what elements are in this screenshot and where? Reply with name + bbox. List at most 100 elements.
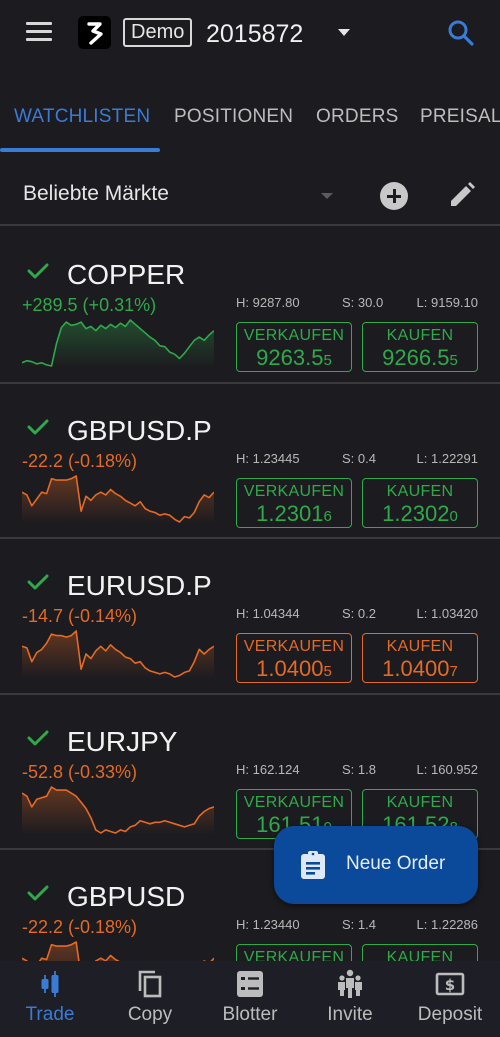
low-price: L: 160.952 (416, 761, 478, 777)
market-symbol[interactable]: EURUSD.P (67, 569, 212, 603)
check-icon (27, 419, 49, 434)
market-symbol[interactable]: EURJPY (67, 725, 177, 759)
sell-button[interactable]: VERKAUFEN 1.23016 (236, 944, 352, 961)
watchlist-selector-bar: Beliebte Märkte (0, 160, 500, 226)
low-price: L: 1.22286 (416, 917, 478, 932)
watchlist-dropdown[interactable]: Beliebte Märkte (23, 182, 169, 206)
sell-label: VERKAUFEN (243, 793, 345, 811)
buy-button[interactable]: KAUFEN 9266.55 (362, 322, 478, 372)
sell-button[interactable]: VERKAUFEN 1.04005 (236, 633, 352, 683)
sell-label: VERKAUFEN (243, 949, 345, 961)
buy-label: KAUFEN (386, 327, 454, 344)
buy-label: KAUFEN (386, 793, 454, 811)
market-row[interactable]: EURUSD.P -14.7 (-0.14%) H: 1.04344 S: 0.… (0, 539, 500, 695)
demo-badge: Demo (123, 18, 193, 47)
market-change: -22.2 (-0.18%) (22, 917, 138, 937)
nav-deposit[interactable]: $ Deposit (400, 961, 500, 1037)
market-symbol[interactable]: COPPER (67, 258, 185, 292)
high-price: H: 1.23445 (236, 450, 300, 466)
nav-invite[interactable]: Invite (300, 961, 400, 1037)
sparkline-chart[interactable] (22, 938, 214, 961)
check-icon (27, 730, 49, 745)
check-icon (27, 885, 49, 901)
tab-bar: WATCHLISTEN POSITIONEN ORDERS PREISALARM… (0, 90, 500, 152)
high-price: H: 9287.80 (236, 295, 300, 310)
market-symbol[interactable]: GBPUSD (67, 880, 185, 914)
nav-label-copy: Copy (127, 1004, 173, 1025)
high-price: H: 1.23440 (236, 917, 300, 932)
account-dropdown-icon[interactable] (338, 29, 350, 36)
sparkline-chart[interactable] (22, 316, 214, 368)
menu-icon[interactable] (26, 22, 52, 42)
nav-blotter[interactable]: Blotter (200, 961, 300, 1037)
market-row[interactable]: GBPUSD.P -22.2 (-0.18%) H: 1.23445 S: 0.… (0, 384, 500, 539)
sparkline-chart[interactable] (22, 783, 214, 835)
app-logo (78, 16, 111, 49)
copy-icon (138, 970, 162, 998)
buy-label: KAUFEN (386, 949, 454, 961)
svg-text:$: $ (445, 976, 455, 994)
deposit-icon: $ (435, 972, 465, 996)
sell-label: VERKAUFEN (243, 638, 345, 655)
edit-watchlist-button[interactable] (447, 180, 475, 210)
nav-copy[interactable]: Copy (100, 961, 200, 1037)
high-price: H: 1.04344 (236, 606, 300, 621)
check-icon (27, 574, 49, 590)
spread: S: 0.2 (342, 606, 376, 621)
tab-positionen[interactable]: POSITIONEN (174, 106, 293, 128)
sell-label: VERKAUFEN (243, 482, 345, 500)
sparkline-area (22, 786, 214, 835)
nav-label-blotter: Blotter (222, 1004, 278, 1025)
market-change: -52.8 (-0.33%) (22, 761, 138, 782)
search-icon (448, 20, 474, 46)
tab-watchlisten[interactable]: WATCHLISTEN (14, 106, 150, 128)
add-watchlist-button[interactable] (380, 182, 408, 210)
account-number[interactable]: 2015872 (206, 18, 303, 50)
nav-trade[interactable]: Trade (0, 961, 100, 1037)
check-icon (27, 263, 49, 279)
buy-button[interactable]: KAUFEN 1.23020 (362, 477, 478, 528)
low-price: L: 1.03420 (416, 606, 478, 621)
buy-label: KAUFEN (386, 638, 454, 655)
buy-button[interactable]: KAUFEN 1.23020 (362, 944, 478, 961)
buy-price: 9266.55 (382, 345, 458, 370)
market-symbol[interactable]: GBPUSD.P (67, 414, 212, 448)
buy-button[interactable]: KAUFEN 1.04007 (362, 633, 478, 683)
nav-label-trade: Trade (25, 1004, 75, 1025)
sell-label: VERKAUFEN (243, 327, 345, 344)
spread: S: 30.0 (342, 295, 384, 310)
clipboard-icon (301, 851, 325, 879)
market-row[interactable]: COPPER +289.5 (+0.31%) H: 9287.80 S: 30.… (0, 228, 500, 384)
sell-button[interactable]: VERKAUFEN 1.23016 (236, 477, 352, 528)
sell-price: 9263.55 (256, 345, 332, 370)
sparkline-area (22, 320, 214, 368)
market-change: -14.7 (-0.14%) (22, 606, 138, 626)
high-price: H: 162.124 (236, 761, 300, 777)
sell-button[interactable]: VERKAUFEN 9263.55 (236, 322, 352, 372)
new-order-label: Neue Order (346, 853, 446, 874)
active-tab-indicator (0, 148, 160, 152)
buy-price: 1.04007 (382, 656, 458, 681)
search-button[interactable] (446, 18, 476, 48)
blotter-icon (237, 971, 263, 997)
people-icon (338, 969, 362, 998)
market-change: -22.2 (-0.18%) (22, 450, 138, 471)
buy-price: 1.23020 (382, 500, 458, 526)
spread: S: 0.4 (342, 450, 376, 466)
nav-label-invite: Invite (327, 1004, 373, 1025)
sparkline-chart[interactable] (22, 472, 214, 524)
tab-orders[interactable]: ORDERS (316, 106, 399, 128)
low-price: L: 9159.10 (416, 295, 478, 310)
tab-preisalarme[interactable]: PREISALARME (420, 106, 500, 128)
spread: S: 1.4 (342, 917, 376, 932)
sell-price: 1.04005 (256, 656, 332, 681)
sparkline-chart[interactable] (22, 627, 214, 679)
sell-price: 1.23016 (256, 500, 332, 526)
buy-label: KAUFEN (386, 482, 454, 500)
low-price: L: 1.22291 (416, 450, 478, 466)
nav-label-deposit: Deposit (417, 1004, 483, 1025)
market-change: +289.5 (+0.31%) (22, 295, 157, 315)
top-app-bar: Demo 2015872 (0, 0, 500, 70)
chevron-down-icon[interactable] (321, 193, 333, 199)
new-order-button[interactable]: Neue Order (274, 826, 478, 904)
